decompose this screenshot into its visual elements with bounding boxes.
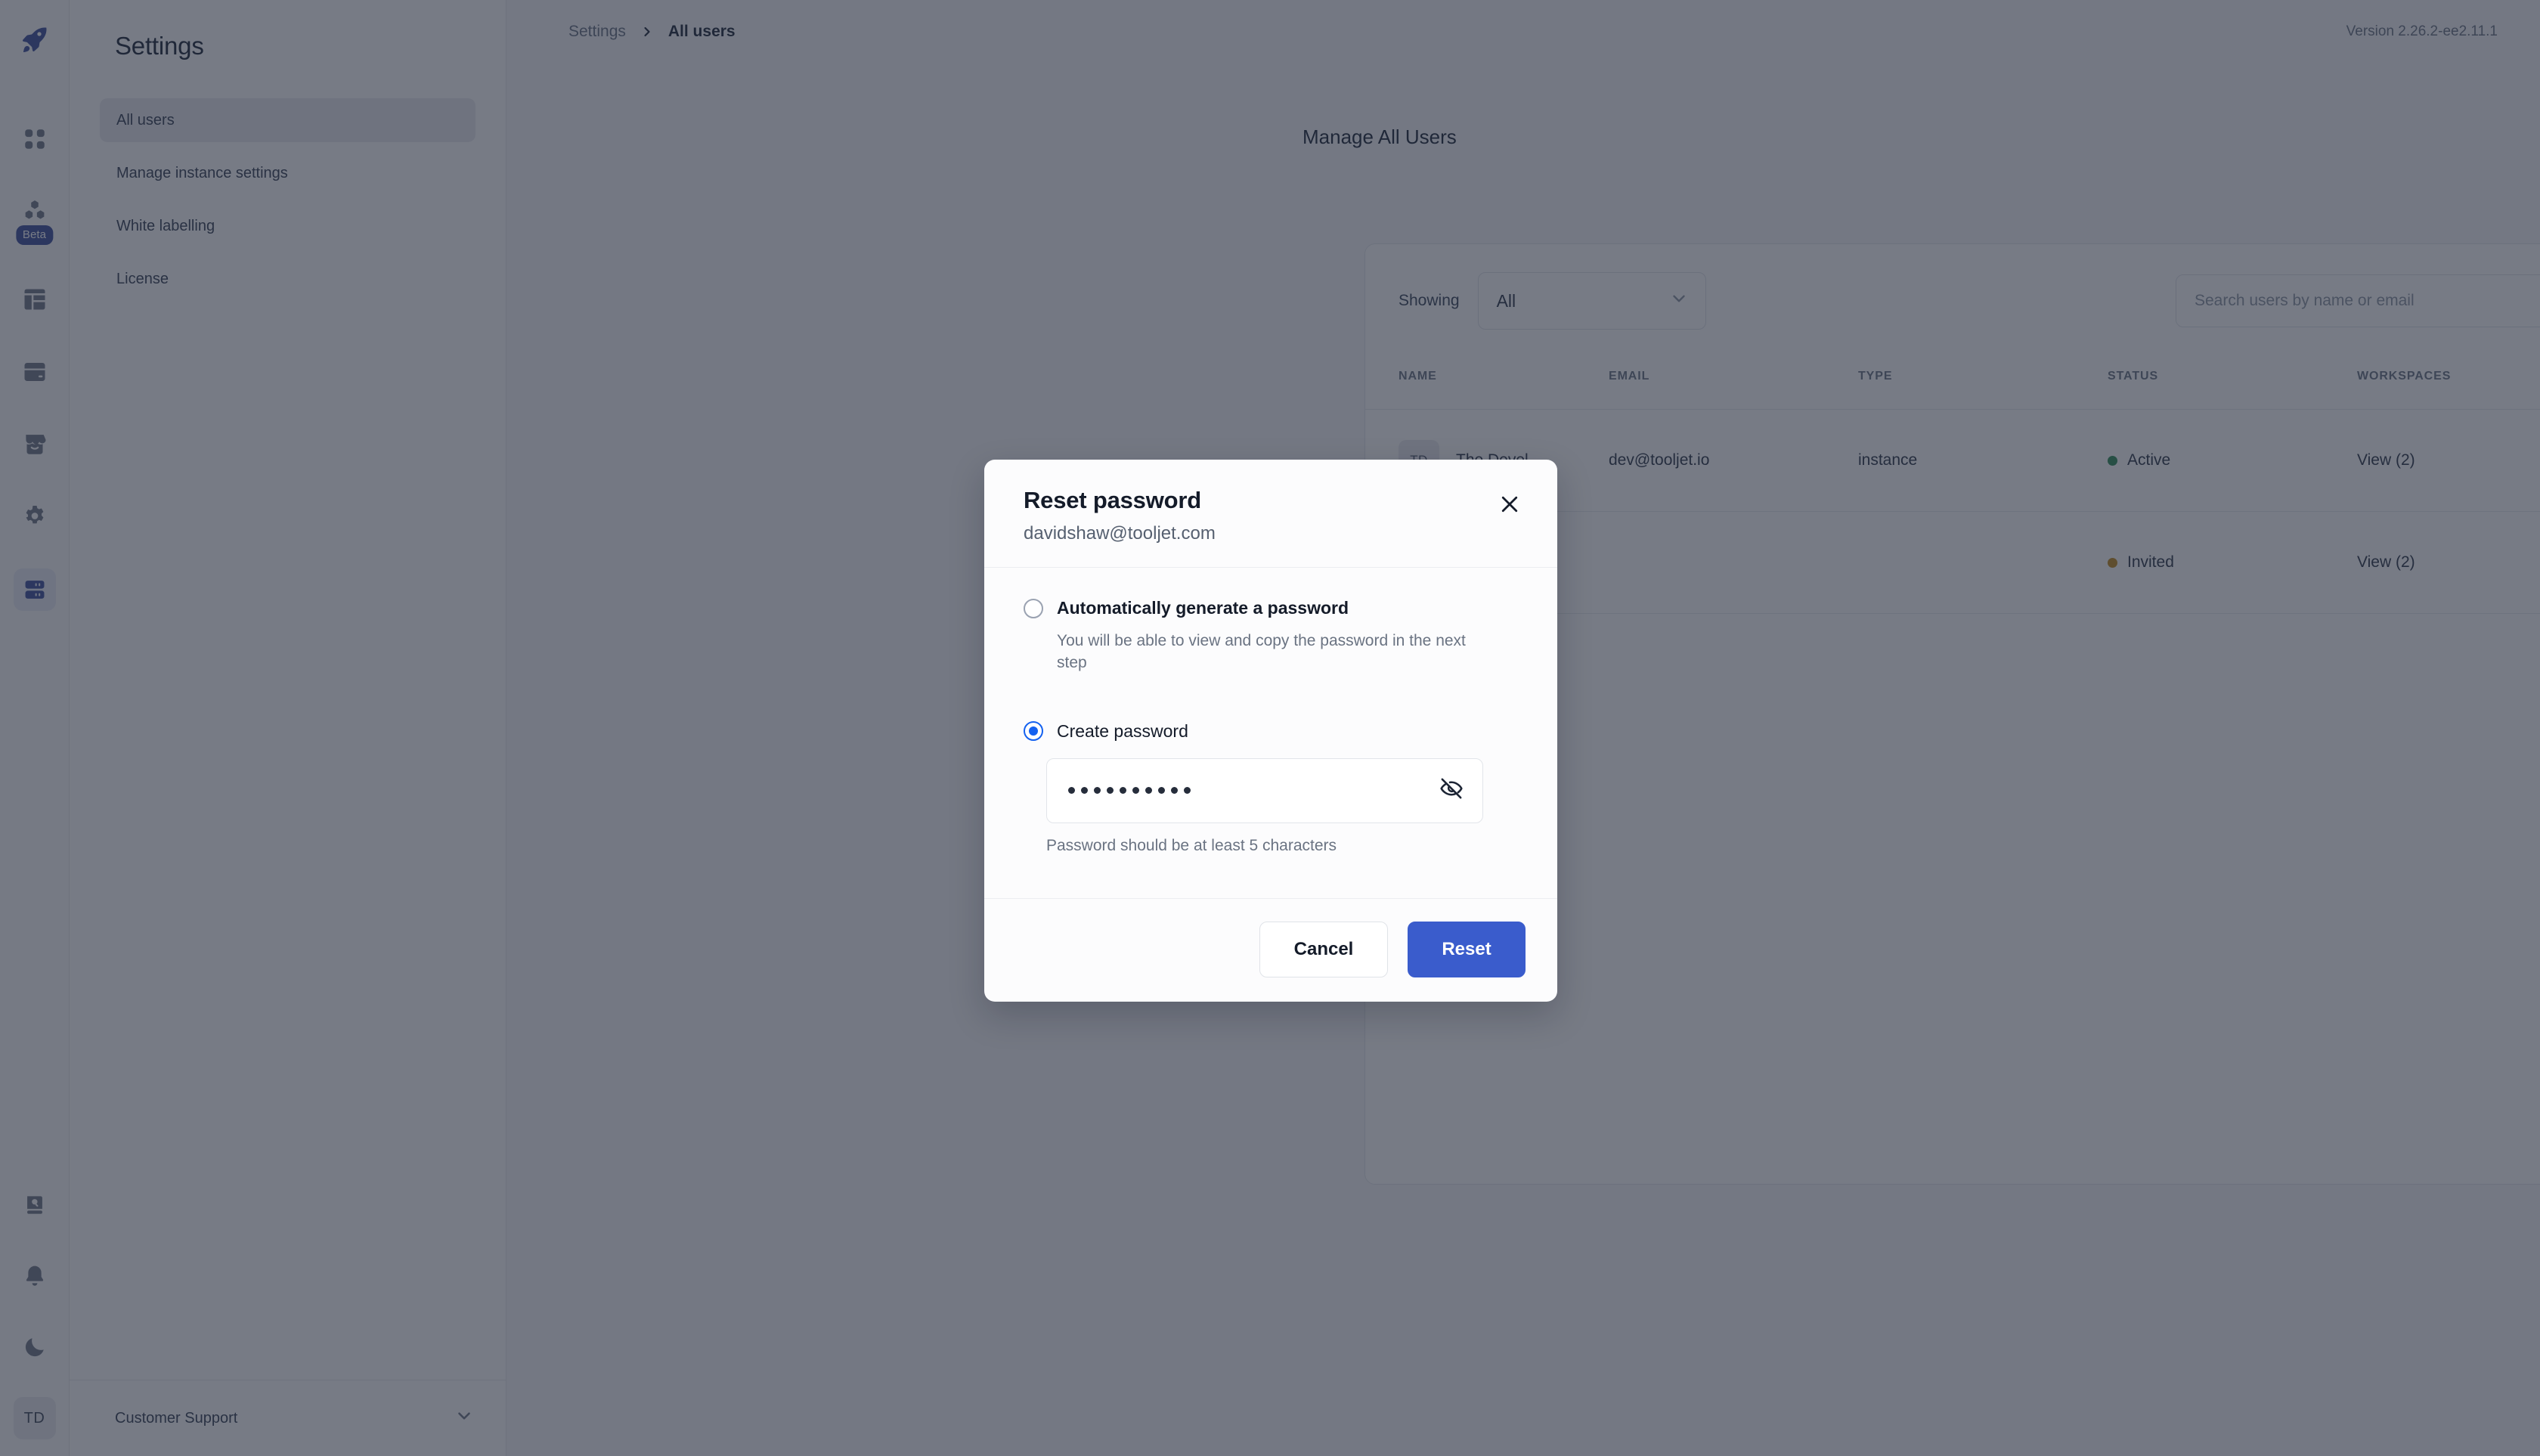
eye-off-icon[interactable] — [1439, 776, 1464, 805]
modal-title: Reset password — [1024, 487, 1216, 514]
password-input[interactable] — [1046, 758, 1483, 823]
modal-body: Automatically generate a password You wi… — [984, 568, 1557, 898]
option-create-password: Create password Password should be at le… — [1024, 721, 1526, 855]
option-auto-generate[interactable]: Automatically generate a password You wi… — [1024, 598, 1526, 674]
option-create-password-row[interactable]: Create password — [1024, 721, 1526, 742]
password-hint: Password should be at least 5 characters — [1046, 837, 1526, 855]
option-create-password-label: Create password — [1057, 721, 1188, 742]
modal-header: Reset password davidshaw@tooljet.com — [984, 460, 1557, 568]
radio-create-password[interactable] — [1024, 721, 1043, 741]
modal-user-email: davidshaw@tooljet.com — [1024, 523, 1216, 544]
radio-auto-generate[interactable] — [1024, 599, 1043, 618]
option-auto-generate-help: You will be able to view and copy the pa… — [1057, 630, 1495, 674]
option-auto-generate-row[interactable]: Automatically generate a password — [1024, 598, 1526, 618]
reset-password-modal: Reset password davidshaw@tooljet.com Aut… — [984, 460, 1557, 1002]
reset-button[interactable]: Reset — [1408, 922, 1526, 977]
option-auto-generate-label: Automatically generate a password — [1057, 598, 1349, 618]
password-masked-value — [1068, 787, 1191, 794]
modal-header-text: Reset password davidshaw@tooljet.com — [1024, 487, 1216, 544]
close-icon[interactable] — [1494, 488, 1526, 520]
modal-footer: Cancel Reset — [984, 898, 1557, 1002]
cancel-button[interactable]: Cancel — [1259, 922, 1388, 977]
